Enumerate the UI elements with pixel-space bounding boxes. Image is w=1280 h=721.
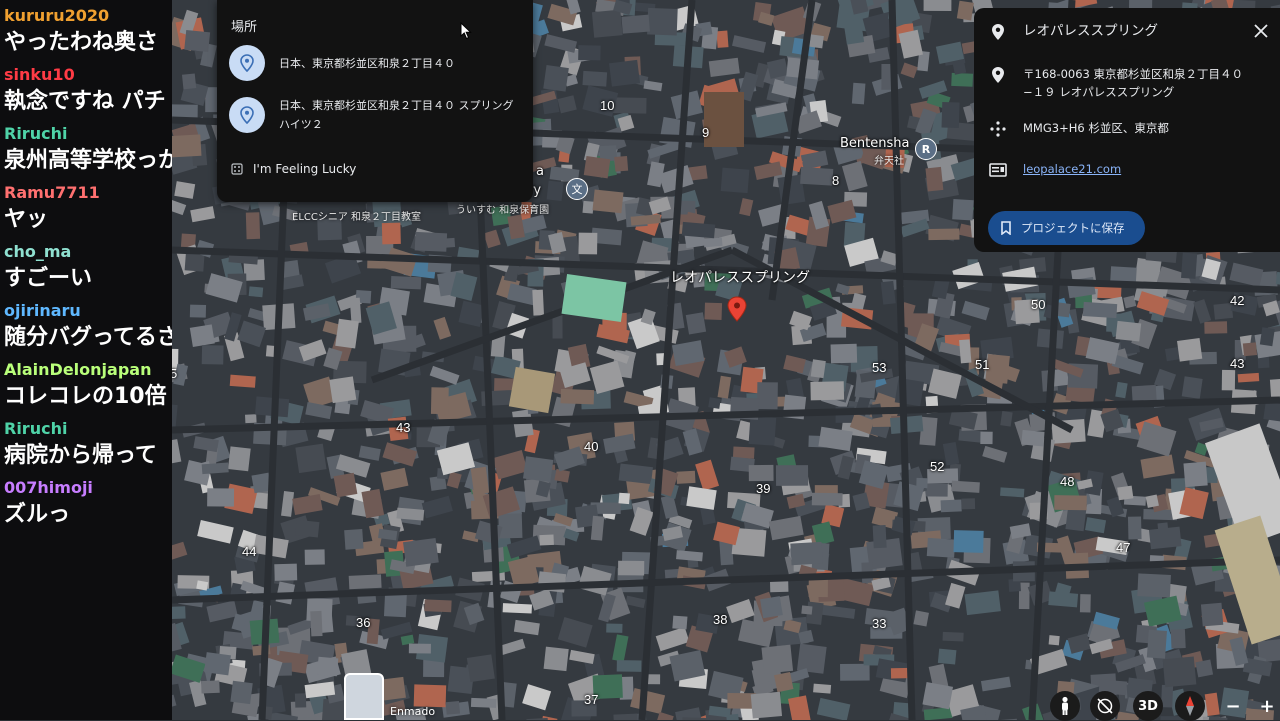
place-title-row: レオパレススプリング <box>988 22 1158 42</box>
chat-message: Riruchi 泉州高等学校っか？ <box>0 124 172 177</box>
marker-label[interactable]: レオパレススプリング <box>670 267 810 287</box>
place-address[interactable]: 〒168-0063 東京都杉並区和泉２丁目４０−１９ レオパレススプリング <box>1023 65 1258 101</box>
tilt-toggle-button[interactable] <box>1090 691 1120 721</box>
suggestions-header: 場所 <box>231 20 258 35</box>
chat-message-text: 病院から帰って <box>4 443 157 468</box>
suggestion-item[interactable]: 日本、東京都杉並区和泉２丁目４０ <box>229 43 525 83</box>
poi-bentensha-label[interactable]: Bentensha <box>840 136 909 151</box>
street-number-label: 50 <box>1031 297 1046 312</box>
chat-username[interactable]: Ramu7711 <box>4 183 172 203</box>
location-marker-icon[interactable] <box>727 296 747 322</box>
web-icon <box>988 160 1008 180</box>
bookmark-icon <box>1001 221 1011 235</box>
poi-bentensha-sublabel: 弁天社 <box>874 156 904 167</box>
chat-message: ojirinaru 随分バグってるざす <box>0 301 172 354</box>
feeling-lucky-button[interactable]: I'm Feeling Lucky <box>231 162 356 176</box>
pegman-icon <box>1062 696 1068 715</box>
place-info-panel: レオパレススプリング 〒168-0063 東京都杉並区和泉２丁目４０−１９ レオ… <box>974 8 1280 252</box>
dice-icon <box>231 163 243 175</box>
chat-message-text: コレコレの10倍 <box>4 384 167 409</box>
street-number-label: 44 <box>242 544 257 559</box>
plus-code[interactable]: MMG3+H6 杉並区、東京都 <box>1023 119 1169 137</box>
street-number-label: 39 <box>756 481 771 496</box>
street-view-thumbnail[interactable] <box>344 673 384 720</box>
street-number-label: 40 <box>584 439 599 454</box>
zoom-in-button[interactable]: + <box>1252 691 1280 721</box>
suggestion-text: 日本、東京都杉並区和泉２丁目４０ スプリングハイツ２ <box>279 99 514 131</box>
plus-code-row: MMG3+H6 杉並区、東京都 <box>988 119 1169 139</box>
compass-icon <box>1186 696 1194 716</box>
street-number-label: 38 <box>713 612 728 627</box>
chat-panel: kururu2020 やったわね奥さ sinku10 執念ですね パチ Riruchi 泉… <box>0 0 172 720</box>
pegman-button[interactable] <box>1050 691 1080 721</box>
plus-code-icon <box>988 119 1008 139</box>
street-number-label: 51 <box>975 357 990 372</box>
tilt-off-icon <box>1097 698 1113 714</box>
street-number-label: 42 <box>1230 293 1245 308</box>
chat-username[interactable]: 007himoji <box>4 478 172 498</box>
search-suggestions: 場所 日本、東京都杉並区和泉２丁目４０ 日本、東京都杉並区和泉２丁目４０ スプリ… <box>217 0 533 202</box>
chat-username[interactable]: cho_ma <box>4 242 172 262</box>
suggestion-text: 日本、東京都杉並区和泉２丁目４０ <box>279 56 455 70</box>
address-row: 〒168-0063 東京都杉並区和泉２丁目４０−１９ レオパレススプリング <box>988 65 1258 101</box>
feeling-lucky-label: I'm Feeling Lucky <box>253 162 357 176</box>
chat-username[interactable]: Riruchi <box>4 419 172 439</box>
suggestion-item[interactable]: 日本、東京都杉並区和泉２丁目４０ スプリングハイツ２ <box>229 95 525 135</box>
map-pin-icon <box>229 45 265 81</box>
chat-message: sinku10 執念ですね パチ <box>0 65 172 118</box>
address-pin-icon <box>988 65 1008 85</box>
street-number-label: 9 <box>702 125 710 140</box>
street-number-label: 5 <box>172 366 178 381</box>
website-row: leopalace21.com <box>988 160 1121 180</box>
place-title: レオパレススプリング <box>1023 23 1158 39</box>
chat-message-text: ヤッ <box>4 207 49 232</box>
poi-school-sublabel: ELCCシニア 和泉２丁目教室 <box>292 212 422 223</box>
map-pin-icon <box>229 97 265 133</box>
street-number-label: 8 <box>832 173 840 188</box>
chat-username[interactable]: kururu2020 <box>4 6 172 26</box>
street-number-label: 43 <box>396 420 411 435</box>
close-icon[interactable] <box>1252 22 1270 40</box>
poi-nursery-sublabel: ういすむ 和泉保育園 <box>456 205 550 216</box>
chat-message-text: 執念ですね パチ <box>4 89 166 114</box>
chat-message: Riruchi 病院から帰って <box>0 419 172 472</box>
street-number-label: 52 <box>930 459 945 474</box>
chat-message-text: ズルっ <box>4 502 71 527</box>
compass-button[interactable] <box>1175 691 1205 721</box>
chat-message-text: やったわね奥さ <box>4 30 159 55</box>
website-link[interactable]: leopalace21.com <box>1023 160 1121 178</box>
chat-message: kururu2020 やったわね奥さ <box>0 6 172 59</box>
street-number-label: 33 <box>872 616 887 631</box>
mouse-cursor-icon <box>460 22 472 40</box>
chat-message: Ramu7711 ヤッ <box>0 183 172 236</box>
street-number-label: 43 <box>1230 356 1245 371</box>
street-number-label: 10 <box>600 98 615 113</box>
chat-username[interactable]: sinku10 <box>4 65 172 85</box>
chat-message: AlainDelonjapan コレコレの10倍 <box>0 360 172 413</box>
chat-message-text: 泉州高等学校っか？ <box>4 148 172 173</box>
street-number-label: 47 <box>1116 540 1131 555</box>
chat-username[interactable]: AlainDelonjapan <box>4 360 172 380</box>
chat-message: cho_ma すごーい <box>0 242 172 295</box>
school-icon[interactable]: 文 <box>566 178 588 200</box>
zoom-out-button[interactable]: − <box>1218 691 1248 721</box>
street-view-thumbnail-label: Enmado <box>390 705 436 718</box>
save-to-project-button[interactable]: プロジェクトに保存 <box>988 211 1145 245</box>
chat-username[interactable]: Riruchi <box>4 124 172 144</box>
street-number-label: 53 <box>872 360 887 375</box>
chat-message: 007himoji ズルっ <box>0 478 172 531</box>
street-number-label: 48 <box>1060 474 1075 489</box>
street-number-label: 36 <box>356 615 371 630</box>
save-label: プロジェクトに保存 <box>1021 221 1125 235</box>
poi-icon[interactable]: R <box>915 138 937 160</box>
3d-toggle-button[interactable]: 3D <box>1133 691 1163 721</box>
chat-message-text: すごーい <box>4 266 93 291</box>
street-number-label: 37 <box>584 692 599 707</box>
location-pin-icon <box>988 22 1008 42</box>
poi-label-fragment: a <box>536 164 544 179</box>
chat-username[interactable]: ojirinaru <box>4 301 172 321</box>
chat-message-text: 随分バグってるざす <box>4 325 172 350</box>
